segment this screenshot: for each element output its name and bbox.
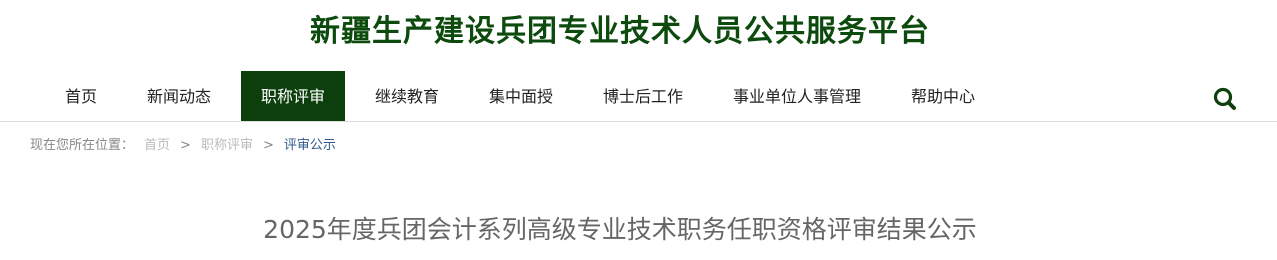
nav-item-postdoc[interactable]: 博士后工作 <box>590 71 696 121</box>
breadcrumb-current[interactable]: 评审公示 <box>284 138 336 153</box>
nav-item-news[interactable]: 新闻动态 <box>131 71 227 121</box>
breadcrumb-home[interactable]: 首页 <box>144 138 170 153</box>
search-button[interactable] <box>1208 85 1242 113</box>
breadcrumb-prefix: 现在您所在位置： <box>30 138 135 153</box>
nav-item-home[interactable]: 首页 <box>48 71 114 121</box>
main-nav: 首页 新闻动态 职称评审 继续教育 集中面授 博士后工作 事业单位人事管理 帮助… <box>0 71 1277 122</box>
nav-item-help-center[interactable]: 帮助中心 <box>896 71 990 121</box>
nav-item-title-review[interactable]: 职称评审 <box>241 71 345 121</box>
breadcrumb-separator: > <box>180 138 191 153</box>
search-icon <box>1213 87 1236 110</box>
nav-item-personnel-management[interactable]: 事业单位人事管理 <box>721 71 873 121</box>
site-title: 新疆生产建设兵团专业技术人员公共服务平台 <box>310 14 930 49</box>
nav-item-face-to-face[interactable]: 集中面授 <box>473 71 569 121</box>
breadcrumb-title-review[interactable]: 职称评审 <box>201 138 253 153</box>
nav-item-continuing-education[interactable]: 继续教育 <box>359 71 455 121</box>
breadcrumb-separator: > <box>262 138 274 153</box>
breadcrumb: 现在您所在位置： 首页 > 职称评审 > 评审公示 <box>30 136 336 156</box>
article-title: 2025年度兵团会计系列高级专业技术职务任职资格评审结果公示 <box>263 215 977 244</box>
